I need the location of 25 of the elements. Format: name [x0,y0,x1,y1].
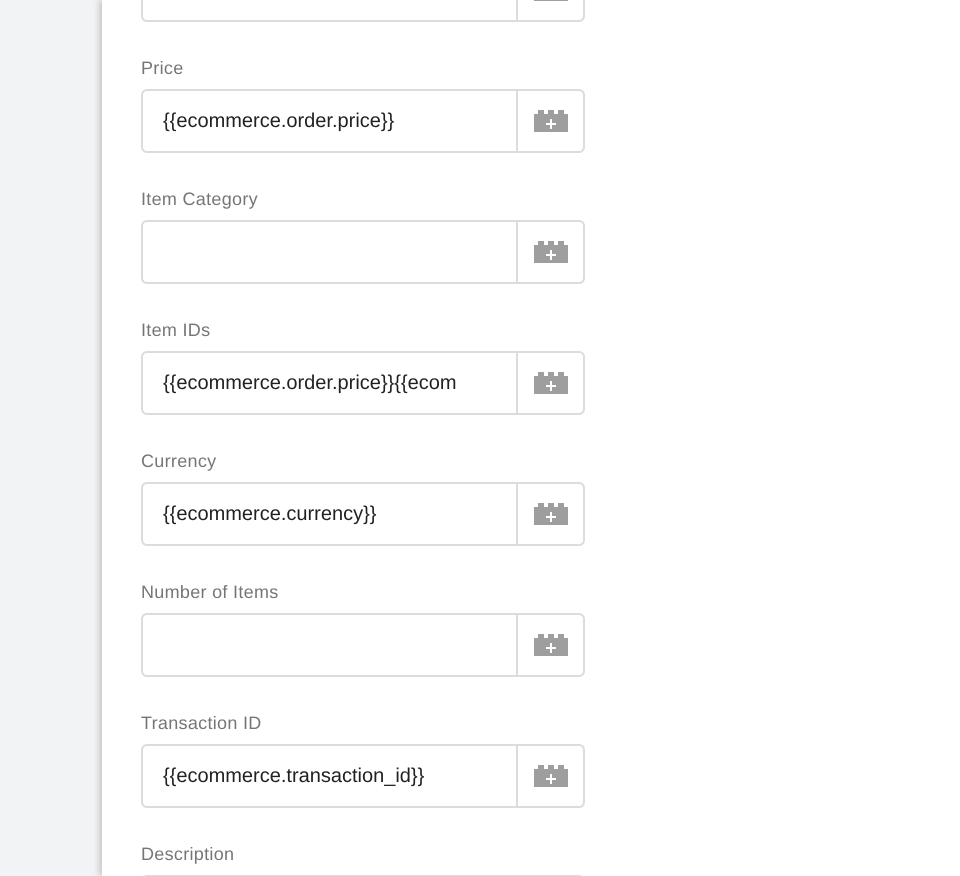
field-label: Currency [141,450,216,473]
field-label: Description [141,843,234,866]
variable-button[interactable] [516,613,585,677]
brick-plus-icon [532,501,570,527]
variable-button[interactable] [516,744,585,808]
input-field[interactable] [141,613,516,677]
field-label: Transaction ID [141,712,262,735]
field-label: Item IDs [141,319,210,342]
variable-button[interactable] [516,482,585,546]
variable-button[interactable] [516,89,585,153]
field-label: Price [141,57,184,80]
input-field[interactable]: {{ecommerce.order.price}}{{ecom [141,351,516,415]
brick-plus-icon [532,108,570,134]
brick-plus-icon [532,763,570,789]
input-field[interactable]: {{ecommerce.currency}} [141,482,516,546]
input-field[interactable]: {{ecommerce.order.price}} [141,89,516,153]
field-label: Number of Items [141,581,279,604]
field-label: Item Category [141,188,258,211]
brick-plus-icon [532,239,570,265]
variable-button[interactable] [516,220,585,284]
brick-plus-icon [532,632,570,658]
input-field[interactable] [141,220,516,284]
brick-plus-icon [532,370,570,396]
variable-button[interactable] [516,351,585,415]
input-field[interactable]: {{ecommerce.transaction_id}} [141,744,516,808]
